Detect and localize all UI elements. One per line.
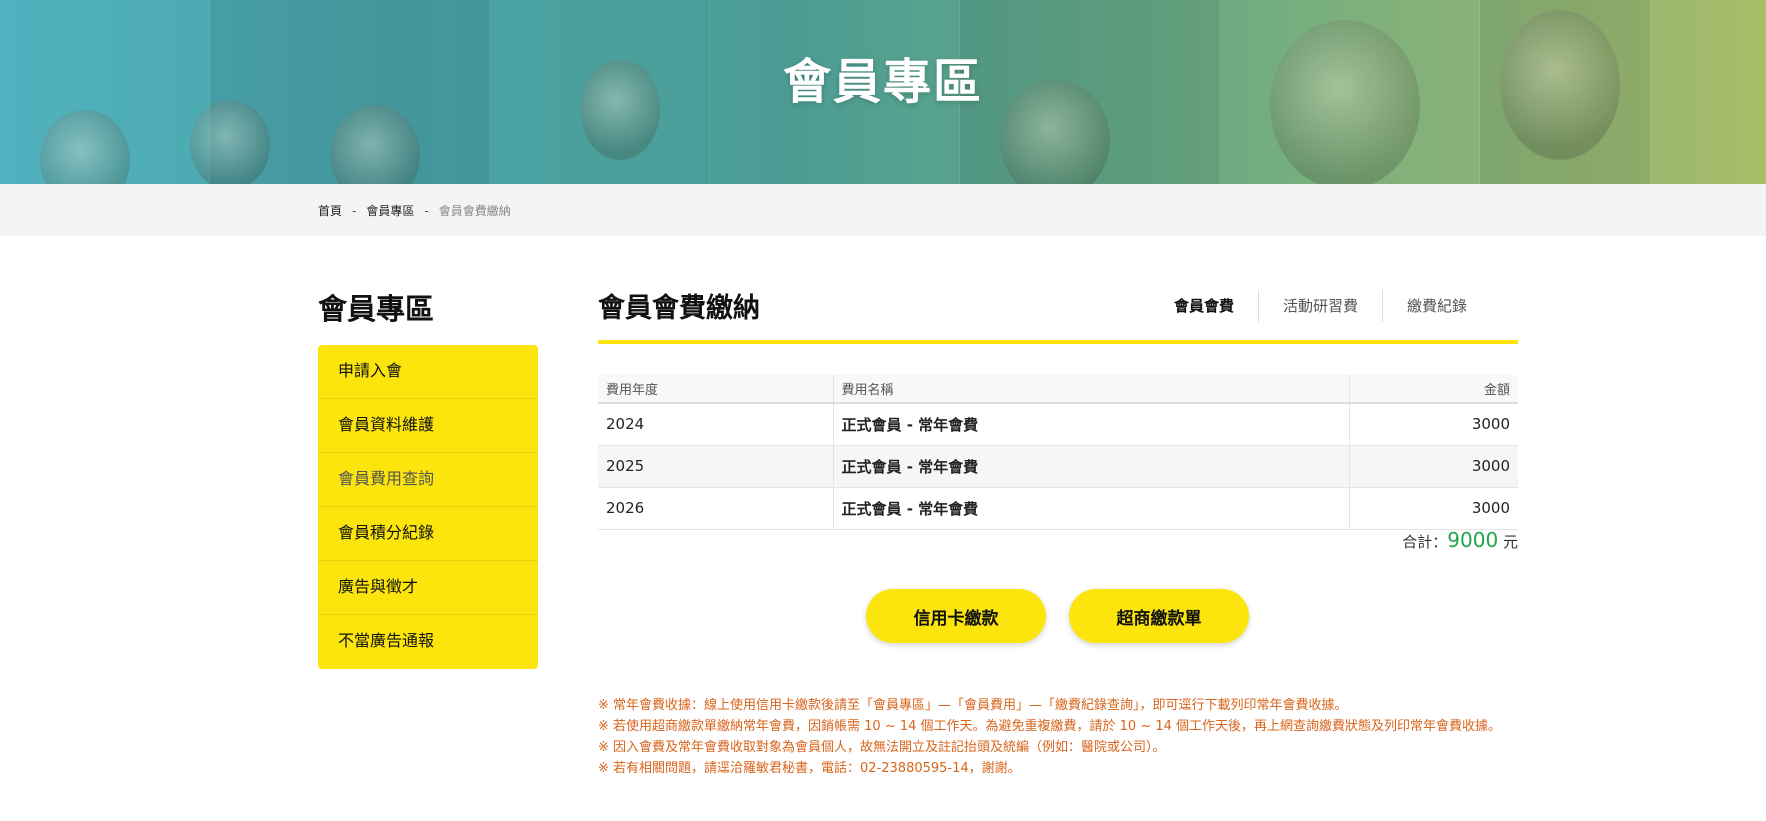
note-line: ※ 因入會費及常年會費收取對象為會員個人，故無法開立及註記抬頭及統編（例如：醫院… [598, 740, 1166, 755]
fee-table: 費用年度 費用名稱 金額 2024 正式會員 - 常年會費 3000 2025 … [598, 375, 1518, 530]
sidebar-item-profile[interactable]: 會員資料維護 [318, 399, 538, 453]
hero-banner: 會員專區 [0, 0, 1766, 184]
header-year: 費用年度 [598, 375, 833, 404]
sidebar-item-points[interactable]: 會員積分紀錄 [318, 507, 538, 561]
header-amount: 金額 [1348, 375, 1518, 404]
total-summary: 合計：9000 元 [1402, 528, 1518, 552]
cell-amount: 3000 [1348, 487, 1518, 530]
hero-title: 會員專區 [782, 54, 983, 110]
note-line: ※ 若使用超商繳款單繳納常年會費，因銷帳需 10 ~ 14 個工作天。為避免重複… [598, 719, 1502, 734]
total-unit: 元 [1502, 533, 1518, 551]
breadcrumb-section[interactable]: 會員專區 [366, 202, 414, 219]
sidebar-menu: 申請入會 會員資料維護 會員費用查詢 會員積分紀錄 廣告與徵才 不當廣告通報 [318, 345, 538, 669]
cell-name: 正式會員 - 常年會費 [832, 445, 1349, 488]
breadcrumb-bar: 首頁 - 會員專區 - 會員會費繳納 [0, 184, 1766, 236]
cell-amount: 3000 [1348, 403, 1518, 446]
tab-payment-history[interactable]: 繳費紀錄 [1383, 290, 1491, 322]
total-label: 合計： [1402, 533, 1448, 551]
breadcrumb: 首頁 - 會員專區 - 會員會費繳納 [318, 202, 511, 219]
sidebar-item-apply[interactable]: 申請入會 [318, 345, 538, 399]
breadcrumb-home[interactable]: 首頁 [318, 202, 342, 219]
page-title: 會員會費繳納 [598, 293, 760, 324]
tab-activity-fee[interactable]: 活動研習費 [1259, 290, 1382, 322]
breadcrumb-separator: - [424, 203, 429, 218]
table-row: 2025 正式會員 - 常年會費 3000 [598, 445, 1518, 488]
sidebar-item-ads-jobs[interactable]: 廣告與徵才 [318, 561, 538, 615]
breadcrumb-separator: - [352, 203, 357, 218]
total-value: 9000 [1447, 528, 1499, 552]
credit-card-pay-button[interactable]: 信用卡繳款 [866, 589, 1046, 643]
cell-amount: 3000 [1348, 445, 1518, 488]
sidebar-item-fees[interactable]: 會員費用查詢 [318, 453, 538, 507]
cell-year: 2025 [598, 445, 833, 488]
sidebar-title: 會員專區 [318, 292, 435, 326]
cell-year: 2026 [598, 487, 833, 530]
header-name: 費用名稱 [832, 375, 1349, 404]
title-underline [598, 340, 1518, 344]
table-header-row: 費用年度 費用名稱 金額 [598, 375, 1518, 404]
tab-membership-fee[interactable]: 會員會費 [1150, 290, 1258, 322]
table-row: 2024 正式會員 - 常年會費 3000 [598, 403, 1518, 446]
fee-tabs: 會員會費 活動研習費 繳費紀錄 [1150, 290, 1491, 322]
convenience-store-bill-button[interactable]: 超商繳款單 [1069, 589, 1249, 643]
note-line: ※ 若有相關問題，請逕洽羅敏君秘書，電話：02-23880595-14，謝謝。 [598, 761, 1021, 776]
payment-notes: ※ 常年會費收據：線上使用信用卡繳款後請至「會員專區」—「會員費用」—「繳費紀錄… [598, 695, 1518, 779]
breadcrumb-current: 會員會費繳納 [438, 204, 511, 218]
cell-name: 正式會員 - 常年會費 [832, 403, 1349, 446]
sidebar-item-report-ads[interactable]: 不當廣告通報 [318, 615, 538, 669]
cell-year: 2024 [598, 403, 833, 446]
table-row: 2026 正式會員 - 常年會費 3000 [598, 487, 1518, 530]
note-line: ※ 常年會費收據：線上使用信用卡繳款後請至「會員專區」—「會員費用」—「繳費紀錄… [598, 698, 1348, 713]
cell-name: 正式會員 - 常年會費 [832, 487, 1349, 530]
